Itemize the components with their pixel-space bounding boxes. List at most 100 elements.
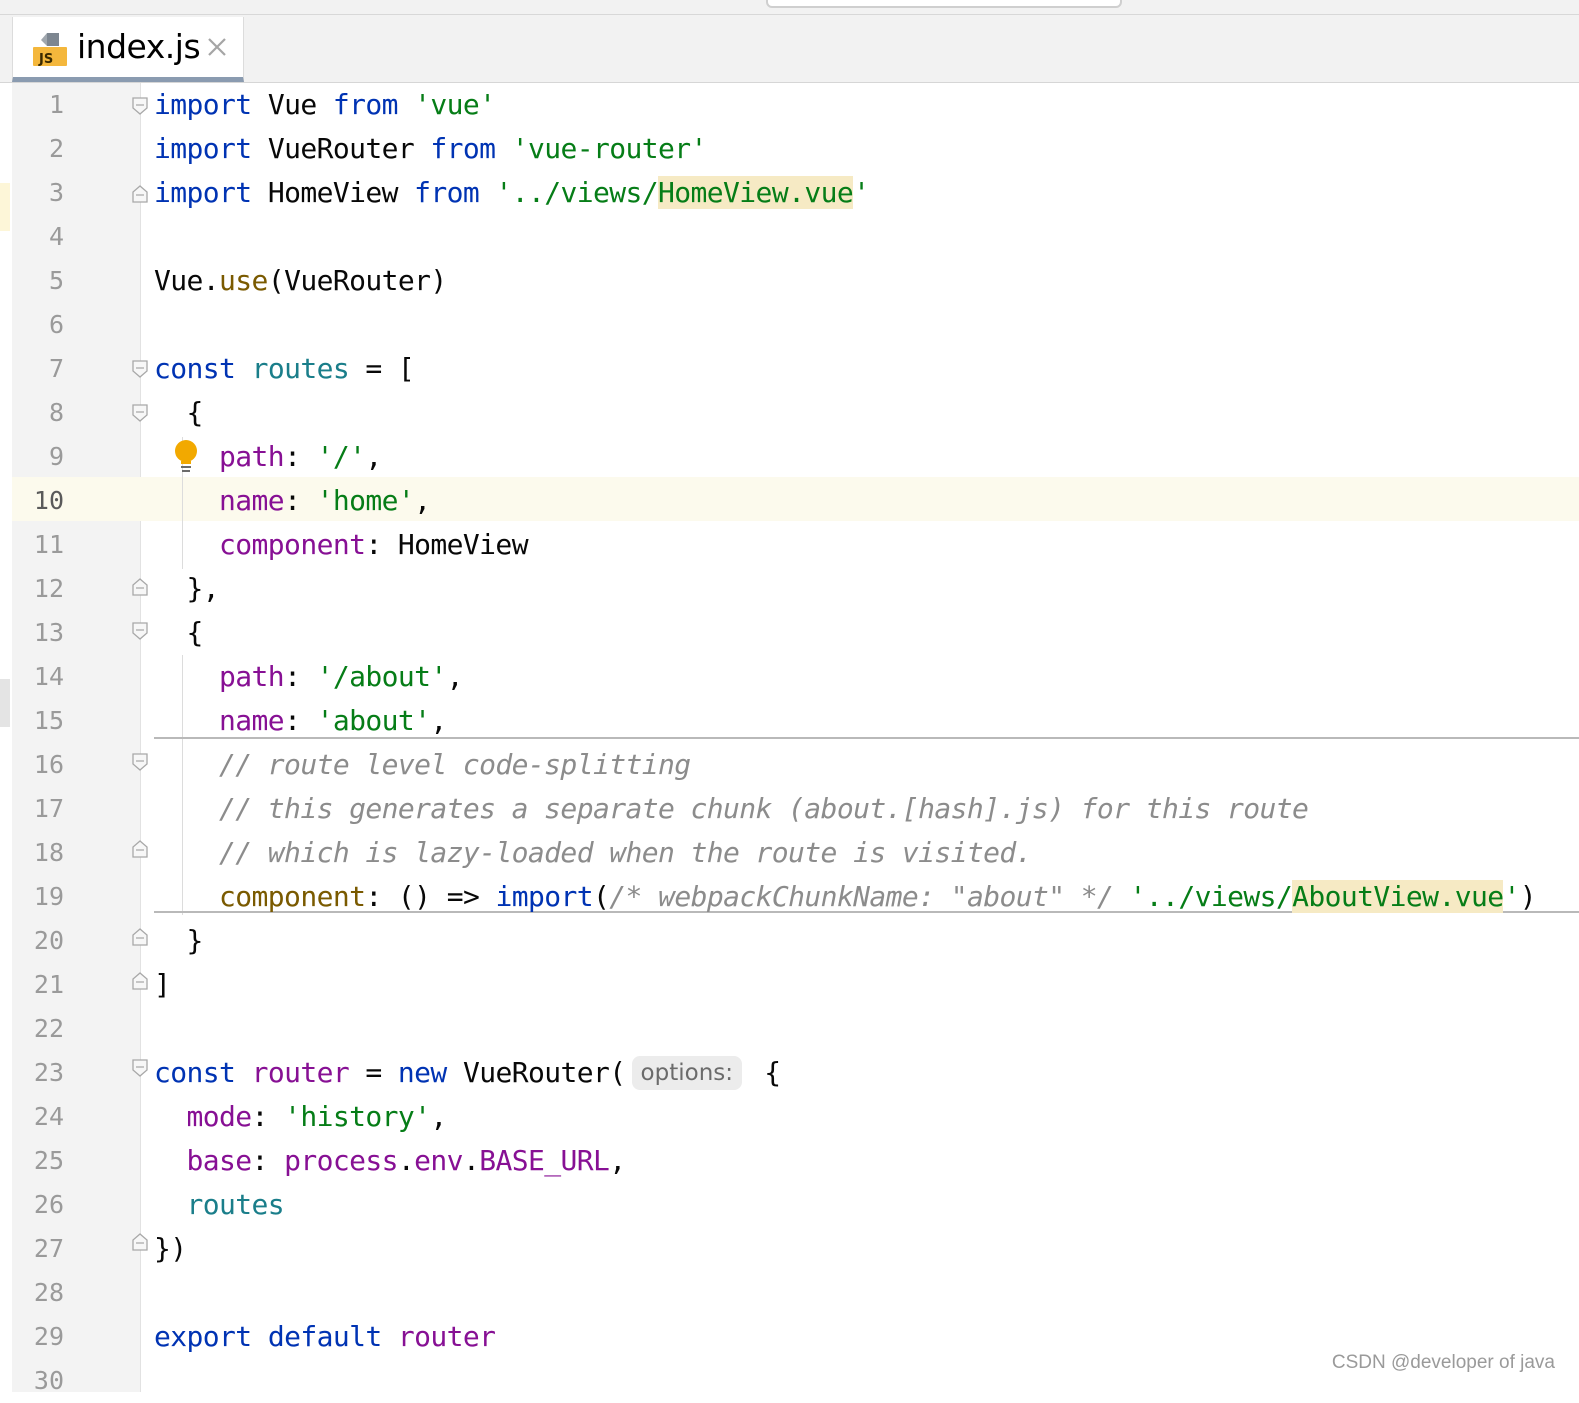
whitespace — [252, 88, 268, 121]
keyword: import — [154, 132, 252, 165]
line-number: 17 — [12, 787, 64, 831]
code-line[interactable]: import HomeView from '../views/HomeView.… — [154, 171, 869, 215]
whitespace — [300, 704, 316, 737]
code-line[interactable]: { — [154, 611, 203, 655]
fold-close-icon[interactable] — [132, 972, 148, 990]
editor-tab-index-js[interactable]: JS index.js — [12, 17, 244, 82]
whitespace — [235, 352, 251, 385]
punctuation: ( — [609, 1056, 625, 1089]
line-number: 22 — [12, 1007, 64, 1051]
whitespace — [382, 528, 398, 561]
fold-open-icon[interactable] — [132, 404, 148, 422]
code-line[interactable]: component: () => import(/* webpackChunkN… — [154, 875, 1536, 919]
punctuation: { — [187, 396, 203, 429]
close-icon[interactable] — [205, 35, 229, 59]
punctuation: ( — [268, 264, 284, 297]
js-badge: JS — [38, 52, 53, 67]
whitespace — [154, 484, 219, 517]
code-line[interactable]: // route level code-splitting — [154, 743, 691, 787]
code-line[interactable]: name: 'home', — [154, 479, 430, 523]
whitespace — [154, 528, 219, 561]
property: component — [219, 880, 365, 913]
punctuation: . — [463, 1144, 479, 1177]
code-line[interactable]: routes — [154, 1183, 284, 1227]
code-line[interactable]: }) — [154, 1227, 187, 1271]
whitespace — [268, 1100, 284, 1133]
code-line[interactable]: ] — [154, 963, 170, 1007]
navigation-bar-field[interactable] — [766, 0, 1122, 8]
code-line[interactable]: } — [154, 919, 203, 963]
whitespace — [430, 880, 446, 913]
string-literal: '/about' — [317, 660, 447, 693]
code-line[interactable]: import Vue from 'vue' — [154, 83, 495, 127]
fold-close-icon[interactable] — [132, 578, 148, 596]
property: name — [219, 704, 284, 737]
punctuation: , — [609, 1144, 625, 1177]
code-line[interactable]: }, — [154, 567, 219, 611]
code-line[interactable]: // this generates a separate chunk (abou… — [154, 787, 1308, 831]
code-line[interactable]: { — [154, 391, 203, 435]
code-line[interactable]: base: process.env.BASE_URL, — [154, 1139, 626, 1183]
whitespace — [154, 704, 219, 737]
punctuation: : — [284, 704, 300, 737]
property: component — [219, 528, 365, 561]
code-line[interactable]: name: 'about', — [154, 699, 447, 743]
whitespace — [252, 176, 268, 209]
string-literal: ' — [853, 176, 869, 209]
code-line[interactable]: component: HomeView — [154, 523, 528, 567]
fold-open-icon[interactable] — [132, 1059, 148, 1077]
change-marker — [0, 679, 10, 727]
tab-label: index.js — [77, 27, 200, 66]
fold-close-icon[interactable] — [132, 928, 148, 946]
left-edge-strip — [0, 83, 12, 1392]
code-line[interactable]: Vue.use(VueRouter) — [154, 259, 447, 303]
whitespace — [382, 1320, 398, 1353]
code-line[interactable]: // which is lazy-loaded when the route i… — [154, 831, 1032, 875]
fold-open-icon[interactable] — [132, 97, 148, 115]
code-line[interactable]: export default router — [154, 1315, 495, 1359]
code-line[interactable]: const router = new VueRouter(options: { — [154, 1051, 781, 1095]
punctuation: : — [365, 528, 381, 561]
line-number: 16 — [12, 743, 64, 787]
line-number: 4 — [12, 215, 64, 259]
line-number: 26 — [12, 1183, 64, 1227]
editor-tab-bar: JS index.js — [0, 15, 1579, 83]
watermark: CSDN @developer of java — [1332, 1352, 1555, 1374]
fold-open-icon[interactable] — [132, 360, 148, 378]
line-number: 1 — [12, 83, 64, 127]
code-line[interactable]: mode: 'history', — [154, 1095, 447, 1139]
punctuation: ) — [170, 1232, 186, 1265]
whitespace — [300, 660, 316, 693]
punctuation: ( — [593, 880, 609, 913]
indent — [154, 836, 219, 869]
punctuation: } — [187, 924, 203, 957]
fold-open-icon[interactable] — [132, 622, 148, 640]
code-line[interactable]: path: '/about', — [154, 655, 463, 699]
code-line[interactable]: path: '/', — [154, 435, 382, 479]
fold-close-icon[interactable] — [132, 185, 148, 203]
code-line[interactable]: const routes = [ — [154, 347, 414, 391]
keyword: from — [414, 176, 479, 209]
fold-close-icon[interactable] — [132, 1233, 148, 1251]
code-line[interactable]: import VueRouter from 'vue-router' — [154, 127, 707, 171]
highlighted-usage: AboutView.vue — [1292, 880, 1503, 913]
whitespace — [235, 1056, 251, 1089]
whitespace — [495, 132, 511, 165]
property: BASE_URL — [479, 1144, 609, 1177]
keyword: default — [268, 1320, 382, 1353]
string-literal: 'vue-router' — [512, 132, 707, 165]
line-number: 29 — [12, 1315, 64, 1359]
keyword: new — [398, 1056, 447, 1089]
whitespace — [447, 1056, 463, 1089]
js-file-icon: JS — [31, 30, 69, 68]
whitespace — [154, 616, 187, 649]
whitespace — [154, 440, 219, 473]
fold-close-icon[interactable] — [132, 840, 148, 858]
punctuation: , — [203, 572, 219, 605]
property: path — [219, 440, 284, 473]
identifier: VueRouter — [268, 132, 414, 165]
punctuation: : — [284, 484, 300, 517]
punctuation: . — [398, 1144, 414, 1177]
fold-open-icon[interactable] — [132, 753, 148, 771]
keyword: import — [154, 176, 252, 209]
